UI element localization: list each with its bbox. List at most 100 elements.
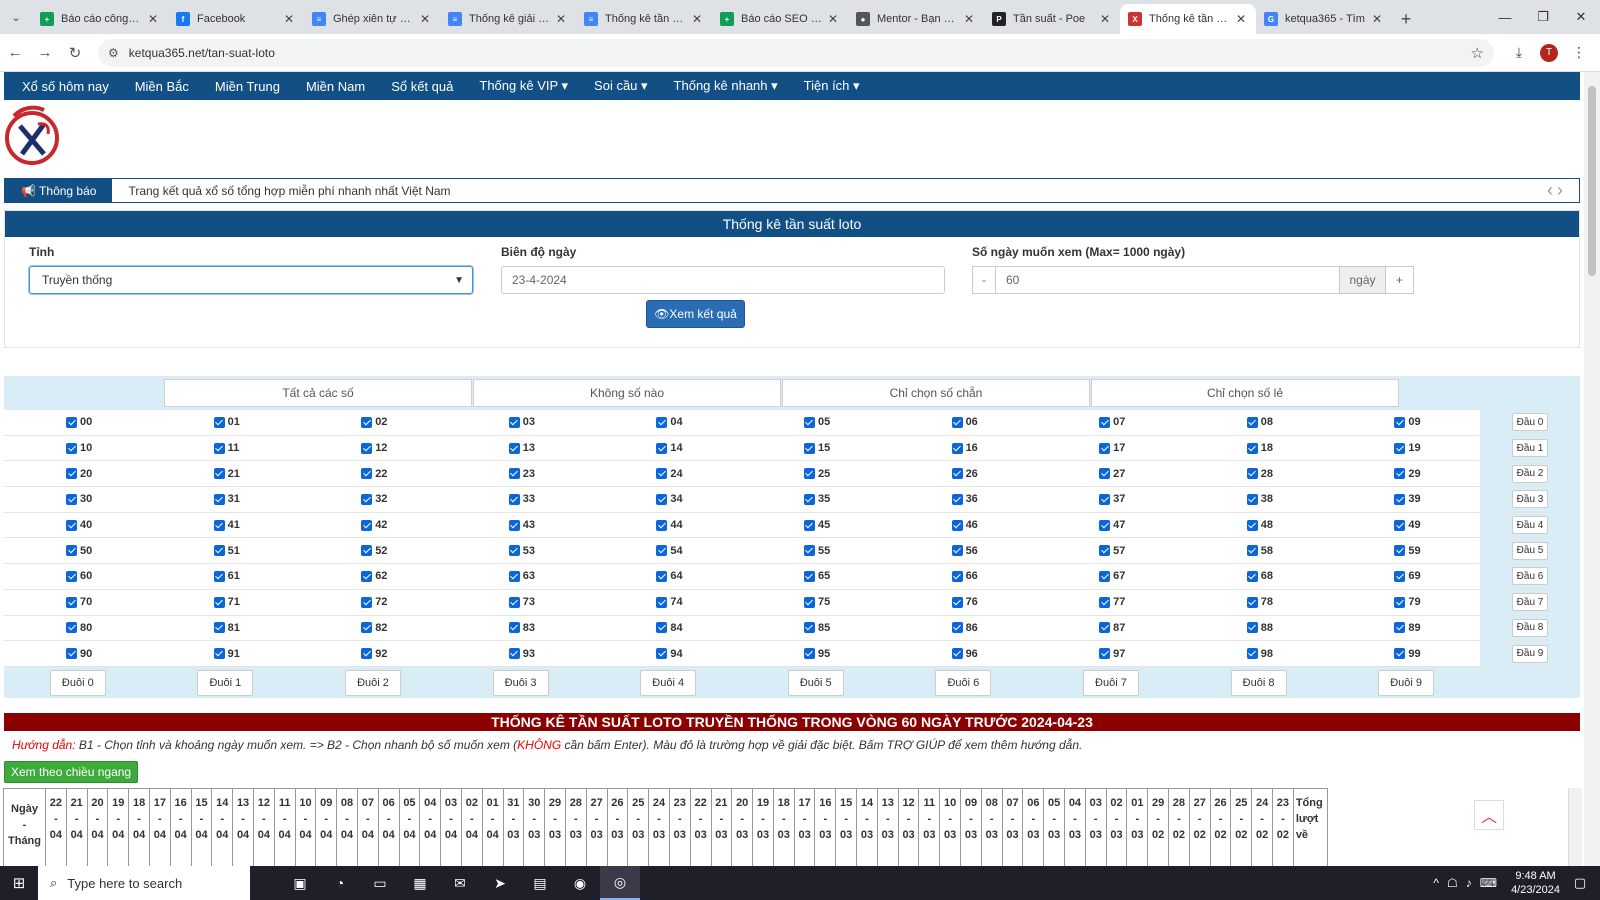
- checkbox-checked-icon[interactable]: [1394, 545, 1406, 557]
- checkbox-checked-icon[interactable]: [803, 648, 815, 660]
- number-checkbox[interactable]: 12: [299, 436, 447, 461]
- number-checkbox[interactable]: 53: [447, 538, 595, 563]
- nav-item[interactable]: Xổ số hôm nay: [22, 79, 109, 94]
- number-checkbox[interactable]: 26: [890, 461, 1038, 486]
- checkbox-checked-icon[interactable]: [951, 570, 963, 582]
- file-explorer-icon[interactable]: ▭: [360, 866, 400, 900]
- checkbox-checked-icon[interactable]: [1394, 416, 1406, 428]
- number-checkbox[interactable]: 11: [152, 436, 300, 461]
- scroll-top-icon[interactable]: ︿: [1474, 800, 1504, 830]
- number-checkbox[interactable]: 63: [447, 564, 595, 589]
- number-checkbox[interactable]: 96: [890, 641, 1038, 666]
- number-checkbox[interactable]: 18: [1185, 436, 1333, 461]
- number-checkbox[interactable]: 44: [594, 513, 742, 538]
- nav-item[interactable]: Soi cầu ▾: [594, 78, 648, 94]
- checkbox-checked-icon[interactable]: [508, 570, 520, 582]
- scrollbar-thumb[interactable]: [1588, 86, 1596, 276]
- number-checkbox[interactable]: 56: [890, 538, 1038, 563]
- checkbox-checked-icon[interactable]: [951, 648, 963, 660]
- dau-button[interactable]: Đầu 0: [1512, 413, 1548, 432]
- duoi-button[interactable]: Đuôi 0: [49, 670, 106, 696]
- number-checkbox[interactable]: 87: [1037, 616, 1185, 641]
- number-checkbox[interactable]: 06: [890, 410, 1038, 435]
- tab-close-icon[interactable]: ✕: [1098, 12, 1112, 26]
- number-checkbox[interactable]: 09: [1332, 410, 1480, 435]
- checkbox-checked-icon[interactable]: [1099, 596, 1111, 608]
- number-checkbox[interactable]: 76: [890, 590, 1038, 615]
- number-checkbox[interactable]: 97: [1037, 641, 1185, 666]
- number-checkbox[interactable]: 01: [152, 410, 300, 435]
- checkbox-checked-icon[interactable]: [1394, 596, 1406, 608]
- number-checkbox[interactable]: 46: [890, 513, 1038, 538]
- checkbox-checked-icon[interactable]: [1394, 468, 1406, 480]
- checkbox-checked-icon[interactable]: [508, 442, 520, 454]
- checkbox-checked-icon[interactable]: [361, 622, 373, 634]
- number-checkbox[interactable]: 14: [594, 436, 742, 461]
- checkbox-checked-icon[interactable]: [213, 570, 225, 582]
- nav-item[interactable]: Sổ kết quả: [391, 79, 453, 94]
- checkbox-checked-icon[interactable]: [508, 416, 520, 428]
- checkbox-checked-icon[interactable]: [66, 622, 77, 634]
- tab-search-icon[interactable]: ⌄: [0, 0, 32, 34]
- checkbox-checked-icon[interactable]: [361, 519, 373, 531]
- number-checkbox[interactable]: 20: [4, 461, 152, 486]
- number-checkbox[interactable]: 75: [742, 590, 890, 615]
- number-checkbox[interactable]: 10: [4, 436, 152, 461]
- nav-item[interactable]: Miền Trung: [215, 79, 280, 94]
- checkbox-checked-icon[interactable]: [803, 622, 815, 634]
- checkbox-checked-icon[interactable]: [1246, 570, 1258, 582]
- nav-item[interactable]: Miền Nam: [306, 79, 365, 94]
- number-checkbox[interactable]: 88: [1185, 616, 1333, 641]
- task-view-icon[interactable]: ▣: [280, 866, 320, 900]
- checkbox-checked-icon[interactable]: [1394, 570, 1406, 582]
- number-checkbox[interactable]: 69: [1332, 564, 1480, 589]
- number-checkbox[interactable]: 66: [890, 564, 1038, 589]
- windows-start-icon[interactable]: ⊞: [0, 866, 38, 900]
- dau-button[interactable]: Đầu 8: [1512, 618, 1548, 637]
- number-checkbox[interactable]: 39: [1332, 487, 1480, 512]
- taskbar-search[interactable]: ⌕ Type here to search: [38, 866, 250, 900]
- number-checkbox[interactable]: 24: [594, 461, 742, 486]
- checkbox-checked-icon[interactable]: [656, 442, 668, 454]
- number-checkbox[interactable]: 93: [447, 641, 595, 666]
- number-checkbox[interactable]: 77: [1037, 590, 1185, 615]
- checkbox-checked-icon[interactable]: [1394, 648, 1406, 660]
- number-checkbox[interactable]: 25: [742, 461, 890, 486]
- tab-close-icon[interactable]: ✕: [146, 12, 160, 26]
- date-input[interactable]: 23-4-2024: [501, 266, 945, 294]
- checkbox-checked-icon[interactable]: [213, 468, 225, 480]
- checkbox-checked-icon[interactable]: [1246, 545, 1258, 557]
- checkbox-checked-icon[interactable]: [1099, 493, 1111, 505]
- browser-menu-icon[interactable]: ⋮: [1564, 44, 1594, 61]
- number-checkbox[interactable]: 13: [447, 436, 595, 461]
- reload-icon[interactable]: ↻: [60, 44, 90, 62]
- browser-tab[interactable]: ≡ Thống kê giải đặc ✕: [440, 4, 576, 34]
- number-checkbox[interactable]: 89: [1332, 616, 1480, 641]
- number-checkbox[interactable]: 94: [594, 641, 742, 666]
- browser-tab[interactable]: ● Mentor - Bạn đan ✕: [848, 4, 984, 34]
- duoi-button[interactable]: Đuôi 1: [197, 670, 254, 696]
- duoi-button[interactable]: Đuôi 2: [344, 670, 401, 696]
- checkbox-checked-icon[interactable]: [66, 596, 77, 608]
- checkbox-checked-icon[interactable]: [1394, 519, 1406, 531]
- tab-close-icon[interactable]: ✕: [418, 12, 432, 26]
- number-checkbox[interactable]: 71: [152, 590, 300, 615]
- tab-close-icon[interactable]: ✕: [690, 12, 704, 26]
- quick-select-button[interactable]: Không số nào: [473, 379, 781, 407]
- number-checkbox[interactable]: 48: [1185, 513, 1333, 538]
- number-checkbox[interactable]: 59: [1332, 538, 1480, 563]
- browser-tab[interactable]: ≡ Ghép xiên tự động ✕: [304, 4, 440, 34]
- number-checkbox[interactable]: 36: [890, 487, 1038, 512]
- number-checkbox[interactable]: 68: [1185, 564, 1333, 589]
- browser-tab[interactable]: X Thống kê tần suất ✕: [1120, 4, 1256, 34]
- checkbox-checked-icon[interactable]: [361, 493, 373, 505]
- checkbox-checked-icon[interactable]: [508, 545, 520, 557]
- number-checkbox[interactable]: 85: [742, 616, 890, 641]
- checkbox-checked-icon[interactable]: [213, 519, 225, 531]
- number-checkbox[interactable]: 67: [1037, 564, 1185, 589]
- checkbox-checked-icon[interactable]: [1246, 622, 1258, 634]
- checkbox-checked-icon[interactable]: [213, 442, 225, 454]
- checkbox-checked-icon[interactable]: [656, 622, 668, 634]
- number-checkbox[interactable]: 62: [299, 564, 447, 589]
- checkbox-checked-icon[interactable]: [803, 519, 815, 531]
